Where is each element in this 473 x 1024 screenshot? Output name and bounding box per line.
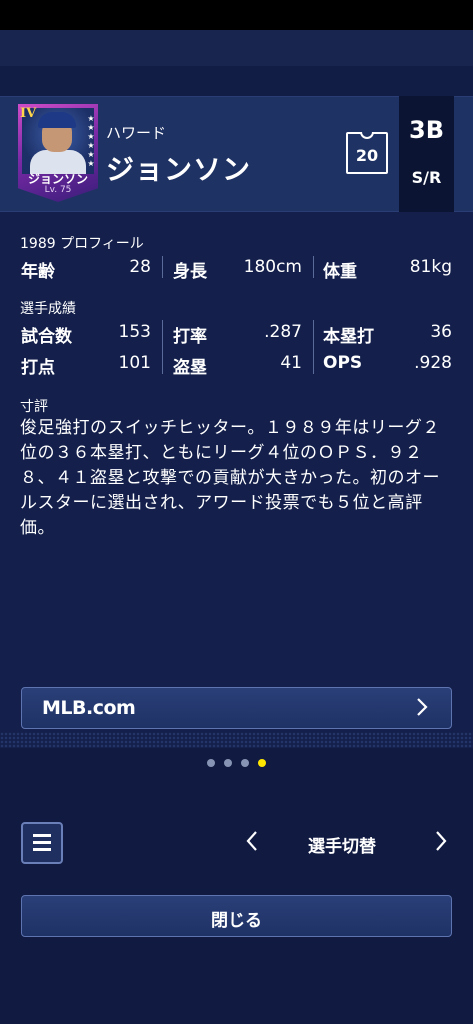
weight-label: 体重 — [323, 262, 357, 282]
top-band-secondary — [0, 66, 473, 96]
status-bar — [0, 0, 473, 30]
hr-value: 36 — [430, 322, 452, 342]
height-label: 身長 — [173, 262, 207, 282]
page-dot[interactable] — [241, 759, 249, 767]
player-switch-label: 選手切替 — [308, 837, 376, 857]
mlb-link-button[interactable]: MLB.com — [21, 687, 452, 729]
comment-text: 俊足強打のスイッチヒッター。１９８９年はリーグ２位の３６本塁打、ともにリーグ４位… — [20, 418, 440, 538]
player-position: 3B — [409, 116, 444, 144]
position-box: 3B S/R — [399, 96, 454, 212]
page-dot[interactable] — [224, 759, 232, 767]
games-label: 試合数 — [21, 327, 72, 347]
ops-label: OPS — [323, 353, 363, 373]
card-rank: IV — [20, 106, 37, 121]
portrait-cap — [38, 112, 76, 128]
menu-icon — [33, 848, 51, 851]
divider — [162, 320, 163, 374]
player-last-name: ジョンソン — [106, 153, 252, 186]
rbi-value: 101 — [118, 353, 151, 373]
bats-throws: S/R — [411, 168, 442, 187]
stats-label: 選手成績 — [20, 301, 76, 317]
mlb-link-label: MLB.com — [42, 697, 136, 719]
close-button[interactable]: 閉じる — [21, 895, 452, 937]
age-label: 年齢 — [21, 262, 55, 282]
rbi-label: 打点 — [21, 358, 55, 378]
jersey-number-badge: 20 — [346, 132, 388, 174]
chevron-right-icon — [415, 696, 429, 724]
player-card[interactable]: IV ★ ★ ★ ★ ★ ★ ジョンソン Lv. 75 — [18, 104, 98, 202]
chevron-right-icon — [436, 831, 447, 851]
games-value: 153 — [118, 322, 151, 342]
next-player-button[interactable] — [432, 829, 450, 859]
avg-value: .287 — [264, 322, 302, 342]
jersey-icon — [360, 132, 374, 139]
comment-label: 寸評 — [20, 399, 48, 415]
jersey-number: 20 — [355, 146, 379, 165]
star-icons: ★ ★ ★ ★ ★ ★ — [87, 114, 95, 168]
sb-label: 盗塁 — [173, 358, 207, 378]
chevron-left-icon — [246, 831, 257, 851]
weight-value: 81kg — [409, 257, 452, 277]
top-band — [0, 30, 473, 66]
divider — [313, 256, 314, 278]
avg-label: 打率 — [173, 327, 207, 347]
close-button-label: 閉じる — [211, 911, 262, 931]
sb-value: 41 — [280, 353, 302, 373]
divider — [313, 320, 314, 374]
page-dot[interactable] — [207, 759, 215, 767]
menu-icon — [33, 834, 51, 837]
age-value: 28 — [129, 257, 151, 277]
page-dot-active[interactable] — [258, 759, 266, 767]
ops-value: .928 — [414, 353, 452, 373]
menu-icon — [33, 841, 51, 844]
prev-player-button[interactable] — [243, 829, 261, 859]
height-value: 180cm — [243, 257, 302, 277]
bottom-panel — [0, 748, 473, 1024]
divider — [162, 256, 163, 278]
player-first-name: ハワード — [106, 124, 167, 142]
profile-label: 1989 プロフィール — [20, 236, 144, 252]
menu-button[interactable] — [21, 822, 63, 864]
hr-label: 本塁打 — [323, 327, 374, 347]
page-indicator — [0, 759, 473, 769]
